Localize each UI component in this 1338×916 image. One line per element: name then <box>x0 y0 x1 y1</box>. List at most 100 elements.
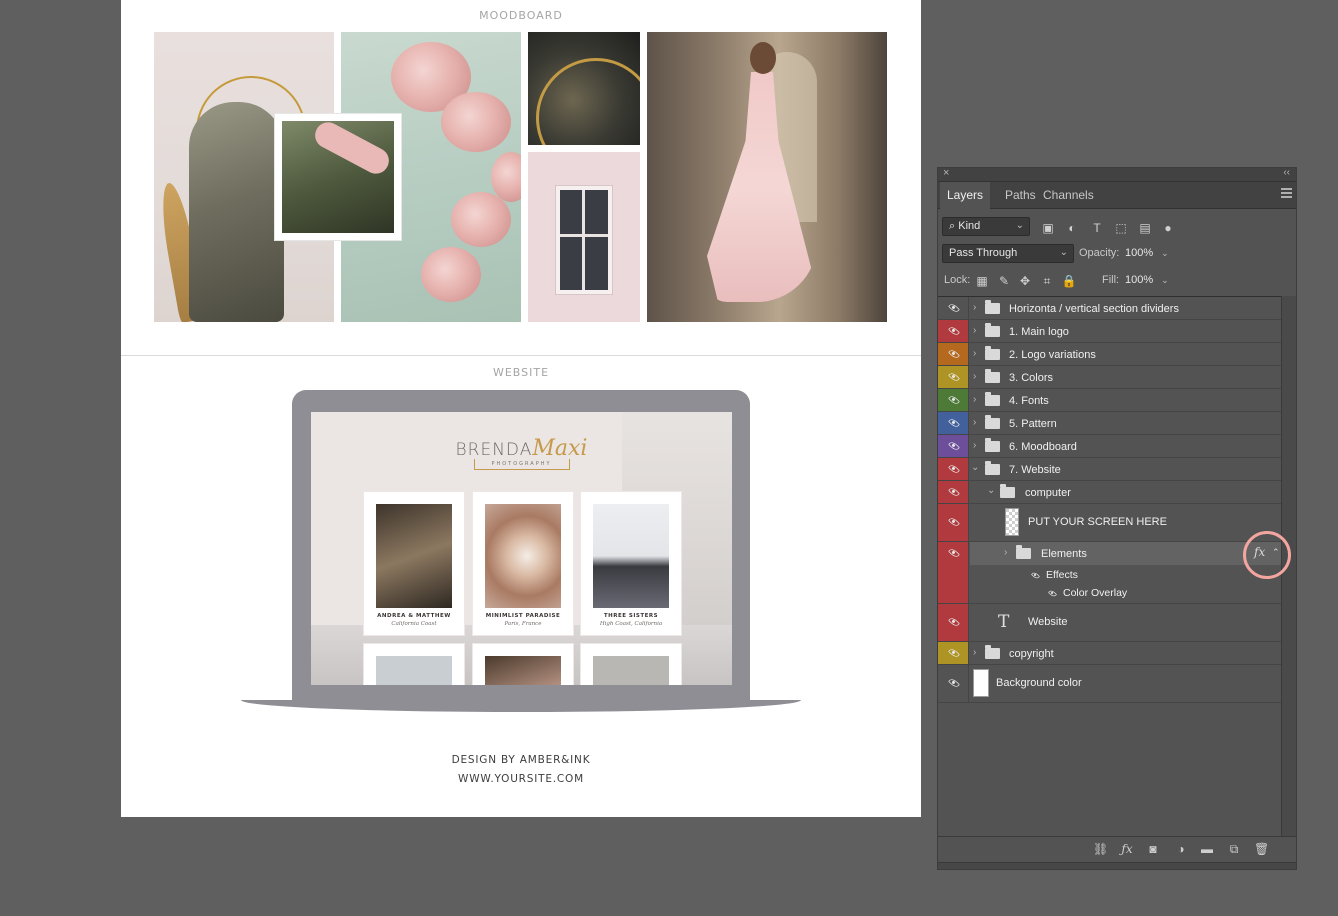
visibility-eye-icon[interactable] <box>948 440 960 452</box>
card-image <box>376 504 452 608</box>
type-filter-icon[interactable]: T <box>1089 220 1105 236</box>
shape-filter-icon[interactable]: ⬚ <box>1113 220 1129 236</box>
layer-row[interactable]: T Website <box>938 604 1281 642</box>
folder-icon <box>985 438 1000 452</box>
visibility-eye-icon[interactable] <box>948 486 960 498</box>
folder-icon <box>985 392 1000 406</box>
fill-value: 100% <box>1125 274 1154 286</box>
opacity-input[interactable]: 100% ⌄ <box>1125 247 1169 259</box>
tab-channels[interactable]: Channels <box>1036 182 1101 209</box>
visibility-eye-icon[interactable] <box>948 371 960 383</box>
chevron-down-icon[interactable]: ⌄ <box>971 462 979 473</box>
layer-row[interactable]: › 6. Moodboard <box>938 435 1281 458</box>
portfolio-card <box>473 644 573 685</box>
visibility-eye-icon[interactable] <box>948 616 960 628</box>
brand-logo: BRENDAMaxi PHOTOGRAPHY <box>311 436 732 470</box>
chevron-down-icon[interactable]: ⌄ <box>1161 248 1169 258</box>
layer-name: Background color <box>996 677 1082 689</box>
layer-thumbnail <box>973 669 989 697</box>
filter-toggle-icon[interactable]: ● <box>1160 220 1176 236</box>
chevron-right-icon[interactable]: › <box>973 417 976 428</box>
visibility-eye-icon[interactable] <box>948 348 960 360</box>
lock-all-icon[interactable]: 🔒 <box>1061 273 1077 289</box>
chevron-down-icon[interactable]: ⌄ <box>1161 275 1169 285</box>
new-group-icon[interactable]: ▬ <box>1200 842 1214 856</box>
lock-pixels-icon[interactable]: ✎ <box>996 273 1012 289</box>
layer-name: 1. Main logo <box>1009 326 1069 338</box>
collapse-icon[interactable]: ‹‹ <box>1283 167 1290 178</box>
layer-row[interactable]: › 2. Logo variations <box>938 343 1281 366</box>
visibility-eye-icon[interactable] <box>948 647 960 659</box>
chevron-right-icon[interactable]: › <box>973 325 976 336</box>
close-icon[interactable]: × <box>943 167 949 179</box>
lock-position-icon[interactable]: ✥ <box>1017 273 1033 289</box>
lock-label: Lock: <box>944 274 971 286</box>
layer-row[interactable]: › Horizonta / vertical section dividers <box>938 297 1281 320</box>
lock-transparent-icon[interactable]: ▦ <box>974 273 990 289</box>
visibility-eye-icon[interactable] <box>948 547 960 559</box>
chevron-right-icon[interactable]: › <box>973 348 976 359</box>
chevron-right-icon[interactable]: › <box>973 394 976 405</box>
new-adjustment-icon[interactable]: ◑ <box>1174 842 1188 856</box>
fill-input[interactable]: 100% ⌄ <box>1125 274 1169 286</box>
kind-filter-dropdown[interactable]: ⌕ Kind ⌄ <box>942 217 1030 236</box>
laptop-screen: BRENDAMaxi PHOTOGRAPHY ANDREA & MATTHEW … <box>311 412 732 685</box>
layer-row[interactable]: › 5. Pattern <box>938 412 1281 435</box>
blend-mode-value: Pass Through <box>949 247 1018 259</box>
layer-name: computer <box>1025 487 1071 499</box>
blend-mode-dropdown[interactable]: Pass Through ⌄ <box>942 244 1074 263</box>
layer-row[interactable]: › Elements fx ⌃ Effects Color Overlay <box>938 542 1281 604</box>
folder-icon <box>985 323 1000 337</box>
section-divider <box>121 355 921 356</box>
layer-row[interactable]: Background color <box>938 665 1281 703</box>
panel-tabs: Layers Paths Channels <box>938 182 1296 209</box>
layer-name: Horizonta / vertical section dividers <box>1009 303 1179 315</box>
smart-object-filter-icon[interactable]: ▤ <box>1137 220 1153 236</box>
adjustment-filter-icon[interactable]: ◐ <box>1064 220 1080 236</box>
image-filter-icon[interactable]: ▣ <box>1040 220 1056 236</box>
search-icon: ⌕ <box>949 220 956 232</box>
chevron-right-icon[interactable]: › <box>973 302 976 313</box>
tab-layers[interactable]: Layers <box>940 182 991 209</box>
visibility-eye-icon[interactable] <box>948 677 960 689</box>
design-credit: DESIGN BY AMBER&INK <box>451 754 591 766</box>
panel-resize-grip[interactable] <box>938 862 1296 869</box>
folder-icon <box>985 415 1000 429</box>
chevron-down-icon[interactable]: ⌄ <box>987 485 995 496</box>
visibility-eye-icon[interactable] <box>948 417 960 429</box>
color-overlay-eye-icon[interactable] <box>1048 589 1057 598</box>
document-canvas[interactable]: MOODBOARD WEBSITE BRENDAMaxi PHOTOGRAPHY… <box>121 0 921 817</box>
card-subtitle: High Coast, California <box>599 621 663 627</box>
chevron-right-icon[interactable]: › <box>973 440 976 451</box>
trash-icon[interactable]: 🗑 <box>1254 842 1269 856</box>
effects-eye-icon[interactable] <box>1031 571 1040 580</box>
layer-row[interactable]: › 1. Main logo <box>938 320 1281 343</box>
card-subtitle: California Coast <box>391 621 437 627</box>
visibility-eye-icon[interactable] <box>948 394 960 406</box>
lock-artboard-icon[interactable]: ⌗ <box>1039 273 1055 289</box>
layer-name: 6. Moodboard <box>1009 441 1077 453</box>
add-mask-icon[interactable]: ◙ <box>1146 842 1160 856</box>
chevron-right-icon[interactable]: › <box>973 647 976 658</box>
layer-row[interactable]: › 4. Fonts <box>938 389 1281 412</box>
visibility-eye-icon[interactable] <box>948 325 960 337</box>
link-layers-icon[interactable]: ⛓ <box>1093 842 1108 856</box>
new-layer-icon[interactable]: ⧉ <box>1227 842 1241 856</box>
layer-row[interactable]: ⌄ 7. Website <box>938 458 1281 481</box>
layer-row[interactable]: ⌄ computer <box>938 481 1281 504</box>
panel-menu-icon[interactable] <box>1281 188 1292 200</box>
chevron-right-icon[interactable]: › <box>973 371 976 382</box>
chevron-right-icon[interactable]: › <box>1004 547 1007 558</box>
window-photo <box>528 152 640 322</box>
folder-icon <box>985 645 1000 659</box>
visibility-eye-icon[interactable] <box>948 463 960 475</box>
kind-filter-value: Kind <box>958 220 981 232</box>
visibility-eye-icon[interactable] <box>948 302 960 314</box>
visibility-eye-icon[interactable] <box>948 516 960 528</box>
layer-row[interactable]: › 3. Colors <box>938 366 1281 389</box>
add-style-icon[interactable]: ƒx <box>1120 842 1134 856</box>
card-image <box>485 504 561 608</box>
layer-row[interactable]: PUT YOUR SCREEN HERE <box>938 504 1281 542</box>
opacity-value: 100% <box>1125 247 1154 259</box>
layer-row[interactable]: › copyright <box>938 642 1281 665</box>
